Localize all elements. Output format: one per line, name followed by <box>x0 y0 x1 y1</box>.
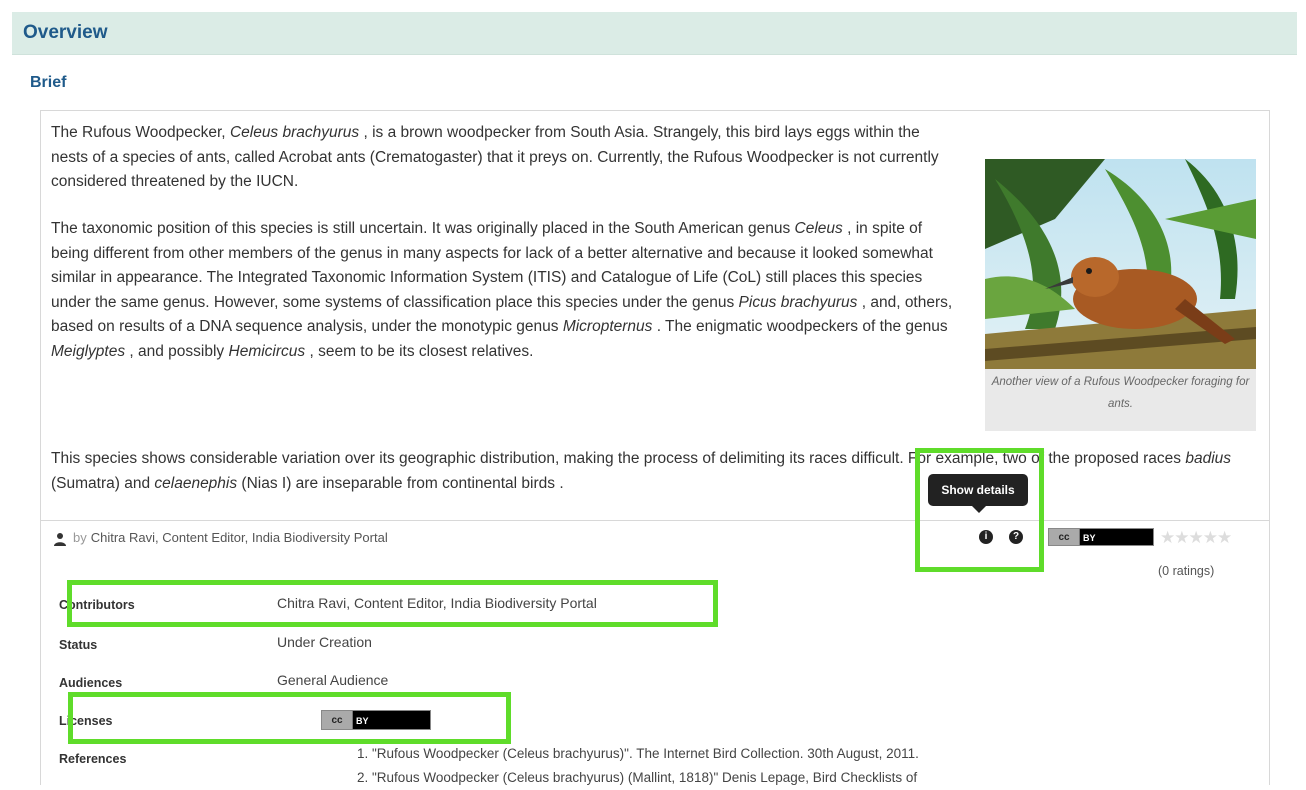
by-prefix: by <box>73 530 87 545</box>
paragraph-3: This species shows considerable variatio… <box>51 450 1232 492</box>
reference-item[interactable]: 1. "Rufous Woodpecker (Celeus brachyurus… <box>357 742 919 766</box>
brief-content: The Rufous Woodpecker, Celeus brachyurus… <box>40 110 1270 532</box>
divider <box>41 520 1269 521</box>
highlight-licenses <box>68 692 511 744</box>
audiences-label: Audiences <box>59 676 123 690</box>
brief-title: Brief <box>30 74 67 91</box>
author-name[interactable]: Chitra Ravi, Content Editor, India Biodi… <box>91 530 388 545</box>
overview-title: Overview <box>23 22 108 43</box>
reference-item[interactable]: 2. "Rufous Woodpecker (Celeus brachyurus… <box>357 766 919 790</box>
highlight-details-buttons <box>915 448 1044 572</box>
status-value: Under Creation <box>277 634 372 650</box>
rating-stars[interactable]: ★★★★★ <box>1160 528 1232 548</box>
woodpecker-figure[interactable]: Another view of a Rufous Woodpecker fora… <box>985 159 1256 431</box>
cc-icon: cc <box>1049 529 1080 545</box>
references-label: References <box>59 752 127 766</box>
ratings-count: (0 ratings) <box>1158 564 1215 578</box>
user-icon <box>53 532 67 546</box>
cc-by-label: BY <box>1083 533 1096 543</box>
paragraph-1: The Rufous Woodpecker, Celeus brachyurus… <box>51 124 939 190</box>
paragraph-2: The taxonomic position of this species i… <box>51 220 953 360</box>
figure-caption: Another view of a Rufous Woodpecker fora… <box>991 376 1250 410</box>
overview-header: Overview <box>12 12 1297 55</box>
audiences-value: General Audience <box>277 672 389 688</box>
references-list: 1. "Rufous Woodpecker (Celeus brachyurus… <box>357 742 919 790</box>
status-label: Status <box>59 638 98 652</box>
metadata-section: by Chitra Ravi, Content Editor, India Bio… <box>40 520 1270 785</box>
woodpecker-photo[interactable] <box>985 159 1256 369</box>
highlight-contributors <box>67 580 718 627</box>
attribution-line: by Chitra Ravi, Content Editor, India Bio… <box>53 530 388 546</box>
license-badge-top[interactable]: cc BY <box>1048 528 1154 546</box>
